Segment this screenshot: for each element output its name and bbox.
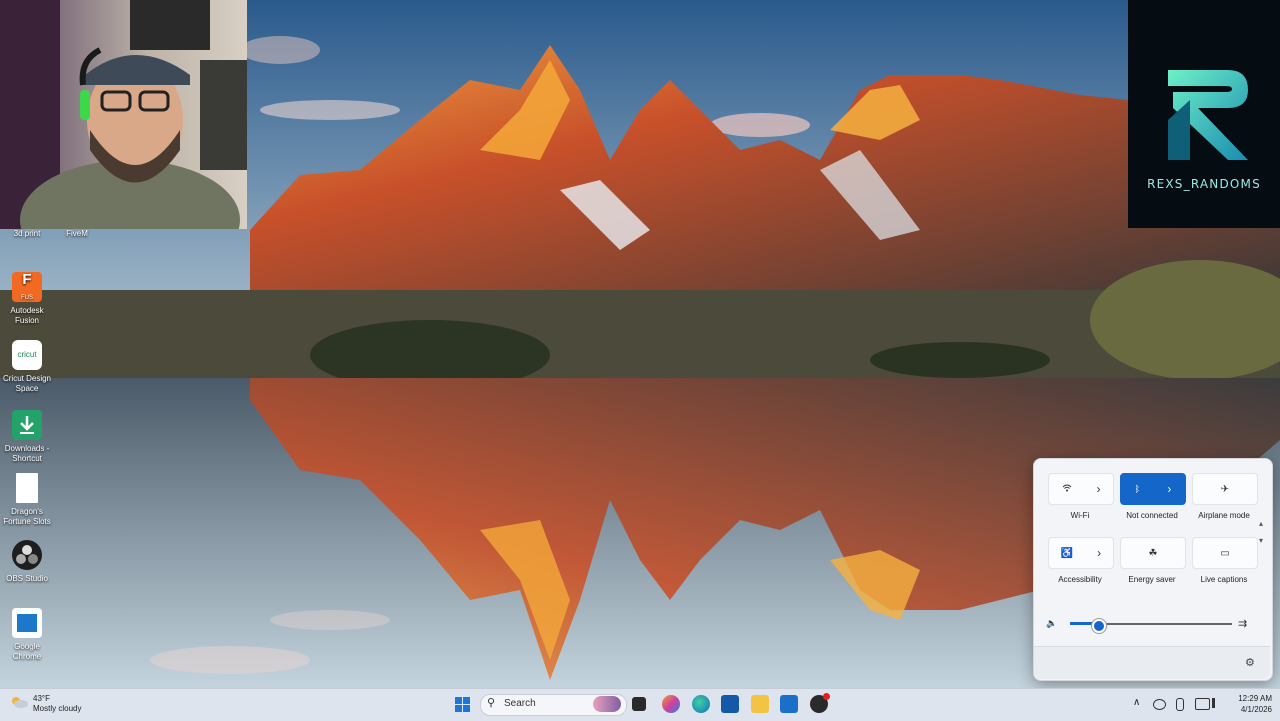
accessibility-icon: ♿ (1060, 547, 1074, 559)
cricut-icon: cricut (12, 340, 42, 370)
weather-condition[interactable]: Mostly cloudy (33, 704, 81, 713)
quick-settings-page-down[interactable]: ▾ (1259, 536, 1263, 545)
airplane-mode-tile[interactable]: ✈ (1192, 473, 1258, 505)
audio-output-icon[interactable]: ⇉ (1238, 617, 1247, 630)
app-icon[interactable] (810, 693, 830, 713)
copilot-icon[interactable] (662, 695, 680, 713)
cloud-sun-icon (12, 697, 28, 708)
webcam-overlay (0, 0, 247, 229)
cricut-badge-text: cricut (17, 350, 37, 359)
channel-name: REXS_RANDOMS (1147, 177, 1261, 191)
energy-saver-icon: ☘ (1148, 547, 1158, 559)
bluetooth-label: Not connected (1126, 511, 1178, 520)
desktop-icon-label: OBS Studio (6, 574, 48, 583)
desktop-icon-autodesk-fusion[interactable]: F FUS Autodesk Fusion (0, 272, 54, 326)
accessibility-tile[interactable]: ♿ › (1048, 537, 1114, 569)
search-placeholder: Search (504, 698, 536, 709)
accessibility-expand-arrow[interactable]: › (1097, 546, 1101, 560)
file-explorer-icon[interactable] (751, 695, 769, 713)
bluetooth-tile[interactable]: ᛒ › (1120, 473, 1186, 505)
weather-cloud-icon[interactable] (10, 695, 28, 709)
energy-saver-label: Energy saver (1128, 575, 1176, 584)
streamer-video-image (0, 0, 247, 229)
quick-settings-page-up[interactable]: ▴ (1259, 519, 1263, 528)
channel-logo: REXS_RANDOMS (1128, 0, 1280, 228)
desktop-icon-label: FiveM (66, 229, 88, 238)
google-chrome-icon (12, 608, 42, 638)
volume-icon[interactable]: 🔈 (1046, 618, 1057, 629)
desktop-icon-obs[interactable]: OBS Studio (0, 540, 54, 584)
outlook-icon[interactable] (780, 695, 798, 713)
obs-studio-icon (12, 540, 42, 570)
desktop-icon-chrome[interactable]: Google Chrome (0, 608, 54, 662)
autodesk-fusion-icon: F FUS (12, 272, 42, 302)
desktop-icon-dragons-fortune[interactable]: Dragon's Fortune Slots (0, 473, 54, 527)
desktop-icon-3d-print[interactable]: 3d print (0, 229, 54, 247)
document-icon (16, 473, 38, 503)
task-view-icon[interactable] (632, 697, 646, 711)
desktop-icon-label: Downloads - Shortcut (4, 444, 50, 463)
show-hidden-icons-chevron[interactable]: ∧ (1133, 697, 1140, 708)
live-captions-tile[interactable]: ▭ (1192, 537, 1258, 569)
fusion-badge-text: FUS (21, 295, 33, 301)
airplane-mode-label: Airplane mode (1198, 511, 1250, 520)
bluetooth-expand-arrow[interactable]: › (1167, 482, 1171, 496)
energy-saver-tile[interactable]: ☘ (1120, 537, 1186, 569)
speaker-icon[interactable] (1212, 698, 1225, 708)
desktop-icon-label: Dragon's Fortune Slots (3, 507, 51, 526)
bluetooth-icon: ᛒ (1134, 484, 1141, 494)
windows-logo-icon (455, 697, 470, 712)
edge-icon[interactable] (692, 695, 710, 713)
wifi-icon (1062, 484, 1072, 495)
accessibility-label: Accessibility (1058, 575, 1102, 584)
desktop-icon-label: 3d print (13, 229, 41, 238)
microphone-icon[interactable] (1176, 698, 1184, 711)
notification-badge (823, 693, 830, 700)
clock-date[interactable]: 4/1/2026 (1232, 705, 1272, 714)
wifi-label: Wi-Fi (1070, 511, 1090, 520)
chrome-shortcut-tile (17, 614, 37, 632)
live-captions-label: Live captions (1200, 575, 1248, 584)
airplane-icon: ✈ (1220, 483, 1230, 495)
settings-gear-icon[interactable]: ⚙ (1245, 656, 1255, 669)
live-captions-icon: ▭ (1220, 547, 1230, 559)
clock-time[interactable]: 12:29 AM (1232, 694, 1272, 703)
download-arrow-icon (20, 416, 34, 434)
obs-logo-icon (16, 545, 38, 564)
fusion-badge-letter: F (22, 271, 32, 288)
desktop-icon-downloads[interactable]: Downloads - Shortcut (0, 410, 54, 464)
start-icon[interactable] (455, 697, 470, 712)
downloads-folder-icon (12, 410, 42, 440)
weather-temperature[interactable]: 43°F (33, 694, 50, 703)
volume-slider-thumb[interactable] (1092, 619, 1106, 633)
desktop-icon-label: Google Chrome (12, 642, 42, 661)
rex-logo-icon (1168, 70, 1248, 160)
network-icon[interactable] (1153, 699, 1166, 710)
desktop-icon-cricut[interactable]: cricut Cricut Design Space (0, 340, 54, 394)
quick-settings-footer (1034, 646, 1270, 679)
search-icon: ⚲ (487, 697, 496, 709)
wifi-glyph-icon (1062, 484, 1071, 491)
wifi-tile[interactable]: › (1048, 473, 1114, 505)
store-icon[interactable] (721, 695, 739, 713)
wifi-expand-arrow[interactable]: › (1097, 482, 1101, 496)
search-highlight-image (593, 696, 621, 712)
desktop-icon-label: Cricut Design Space (2, 374, 51, 393)
desktop-icon-label: Autodesk Fusion (10, 306, 44, 325)
desktop-icon-fivem[interactable]: FiveM (50, 229, 104, 247)
display-icon[interactable] (1195, 698, 1210, 710)
